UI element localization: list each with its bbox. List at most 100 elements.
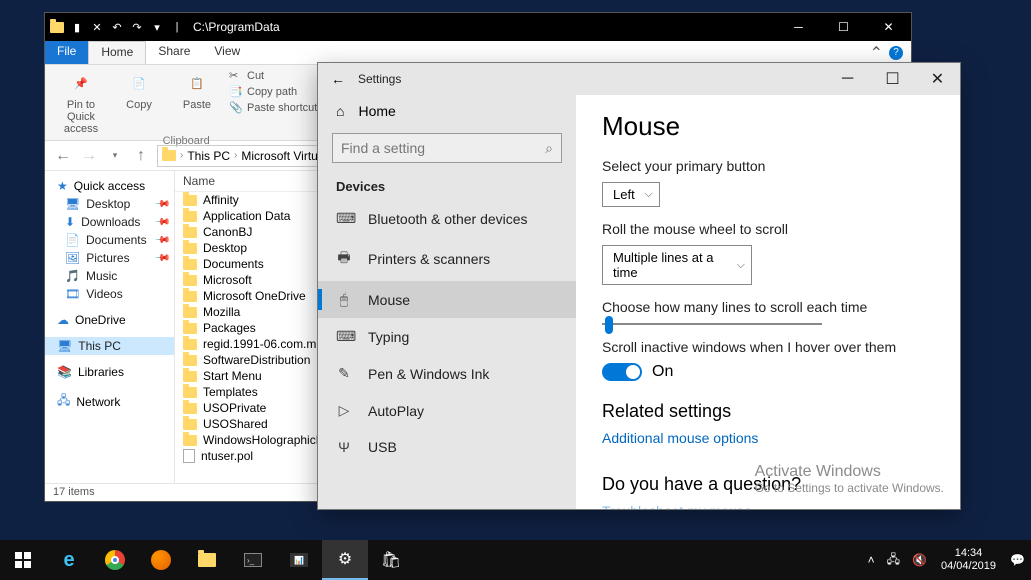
sidebar-item-mouse[interactable]: 🖱Mouse [318, 281, 576, 318]
hover-toggle[interactable] [602, 363, 642, 381]
folder-icon [183, 371, 197, 382]
maximize-button[interactable]: ☐ [821, 13, 866, 41]
nav-up-button[interactable]: ↑ [131, 147, 151, 165]
tray-chevron-up-icon[interactable]: ˄ [862, 540, 881, 580]
hover-label: Scroll inactive windows when I hover ove… [602, 339, 934, 355]
ribbon-tab-view[interactable]: View [202, 41, 252, 64]
taskbar-settings[interactable]: ⚙ [322, 540, 368, 580]
taskbar-terminal[interactable]: ›_ [230, 540, 276, 580]
explorer-titlebar[interactable]: ▮ ✕ ↶ ↷ ▾ | C:\ProgramData ─ ☐ ✕ [45, 13, 911, 41]
taskbar-store[interactable]: 🛍 [368, 540, 414, 580]
folder-icon [183, 275, 197, 286]
sidebar-item-videos[interactable]: 🎞Videos [45, 285, 174, 303]
qat-sep: | [169, 19, 185, 35]
nav-history-button[interactable]: ▾ [105, 150, 125, 161]
folder-icon [183, 355, 197, 366]
pin-icon: 📌 [67, 69, 95, 97]
sidebar-item-printers[interactable]: 🖶Printers & scanners [318, 237, 576, 281]
start-button[interactable] [0, 540, 46, 580]
sidebar-item-documents[interactable]: 📄Documents📌 [45, 231, 174, 249]
lines-slider[interactable] [602, 323, 822, 325]
qat-undo-icon[interactable]: ↶ [109, 19, 125, 35]
search-input[interactable]: Find a setting ⌕ [332, 133, 562, 163]
folder-icon [183, 291, 197, 302]
printer-icon: 🖶 [336, 247, 352, 271]
minimize-button[interactable]: ─ [776, 13, 821, 41]
minimize-button[interactable]: ─ [825, 63, 870, 95]
sidebar-network[interactable]: 🖧Network [45, 389, 174, 414]
tray-notifications-icon[interactable]: 💬 [1004, 540, 1031, 580]
bluetooth-icon: ⌨ [336, 210, 352, 227]
sidebar-item-pen[interactable]: ✎Pen & Windows Ink [318, 355, 576, 392]
folder-icon [183, 243, 197, 254]
usb-icon: Ψ [336, 439, 352, 455]
settings-title: Settings [358, 72, 401, 86]
ribbon-help[interactable]: ⌃? [862, 41, 911, 64]
sidebar-quick-access[interactable]: ★Quick access [45, 177, 174, 195]
sidebar-this-pc[interactable]: 🖥This PC [45, 337, 174, 355]
tray-volume-icon[interactable]: 🔇 [906, 540, 933, 580]
back-button[interactable]: ← [318, 71, 358, 87]
maximize-button[interactable]: ☐ [870, 63, 915, 95]
sidebar-item-typing[interactable]: ⌨Typing [318, 318, 576, 355]
sidebar-item-bluetooth[interactable]: ⌨Bluetooth & other devices [318, 200, 576, 237]
ribbon-tab-home[interactable]: Home [88, 41, 146, 64]
paste-shortcut-button[interactable]: 📎Paste shortcut [229, 101, 317, 115]
copy-path-button[interactable]: 📑Copy path [229, 85, 317, 99]
folder-icon [183, 387, 197, 398]
ribbon-tab-share[interactable]: Share [146, 41, 202, 64]
cut-button[interactable]: ✂Cut [229, 69, 317, 83]
taskbar-taskmgr[interactable]: 📊 [276, 540, 322, 580]
primary-button-label: Select your primary button [602, 158, 934, 174]
sidebar-item-downloads[interactable]: ⬇Downloads📌 [45, 213, 174, 231]
qat-redo-icon[interactable]: ↷ [129, 19, 145, 35]
sidebar-home-button[interactable]: ⌂ Home [318, 95, 576, 127]
qat-dropdown-icon[interactable]: ▾ [149, 19, 165, 35]
taskbar-chrome[interactable] [92, 540, 138, 580]
folder-icon [183, 259, 197, 270]
pin-icon: 📌 [153, 196, 170, 213]
copy-button[interactable]: 📄 Copy [113, 69, 165, 111]
slider-thumb[interactable] [605, 316, 613, 334]
settings-window: ← Settings ─ ☐ ✕ ⌂ Home Find a setting ⌕… [317, 62, 961, 510]
sidebar-item-usb[interactable]: ΨUSB [318, 429, 576, 465]
folder-icon [162, 150, 176, 161]
close-button[interactable]: ✕ [866, 13, 911, 41]
folder-icon [183, 211, 197, 222]
taskbar-firefox[interactable] [138, 540, 184, 580]
sidebar-item-music[interactable]: 🎵Music [45, 267, 174, 285]
folder-icon [49, 19, 65, 35]
close-button[interactable]: ✕ [915, 63, 960, 95]
home-icon: ⌂ [336, 103, 344, 119]
folder-icon [183, 307, 197, 318]
sidebar-item-pictures[interactable]: 🖼Pictures📌 [45, 249, 174, 267]
taskbar-explorer[interactable] [184, 540, 230, 580]
folder-icon [183, 339, 197, 350]
folder-icon [183, 227, 197, 238]
qat-properties-icon[interactable]: ✕ [89, 19, 105, 35]
folder-icon [183, 403, 197, 414]
sidebar-item-desktop[interactable]: 🖥Desktop📌 [45, 195, 174, 213]
tray-clock[interactable]: 14:34 04/04/2019 [933, 547, 1004, 573]
pin-icon: 📌 [153, 232, 170, 249]
wheel-select[interactable]: Multiple lines at a time [602, 245, 752, 285]
nav-back-button[interactable]: ← [53, 147, 73, 165]
breadcrumb-segment[interactable]: This PC [187, 149, 230, 163]
primary-button-select[interactable]: Left [602, 182, 660, 207]
wheel-label: Roll the mouse wheel to scroll [602, 221, 934, 237]
additional-mouse-options-link[interactable]: Additional mouse options [602, 430, 758, 446]
activation-watermark: Activate Windows Go to Settings to activ… [755, 463, 944, 495]
sidebar-onedrive[interactable]: ☁OneDrive [45, 311, 174, 329]
qat-save-icon[interactable]: ▮ [69, 19, 85, 35]
troubleshoot-link[interactable]: Troubleshoot my mouse [602, 503, 752, 509]
ribbon-tab-file[interactable]: File [45, 41, 88, 64]
tray-network-icon[interactable]: 🖧 [881, 540, 906, 580]
taskbar-edge[interactable]: e [46, 540, 92, 580]
pin-to-quick-access-button[interactable]: 📌 Pin to Quick access [55, 69, 107, 135]
settings-titlebar[interactable]: ← Settings ─ ☐ ✕ [318, 63, 960, 95]
paste-button[interactable]: 📋 Paste [171, 69, 223, 111]
nav-forward-button[interactable]: → [79, 147, 99, 165]
taskbar: e ›_ 📊 ⚙ 🛍 ˄ 🖧 🔇 14:34 04/04/2019 💬 [0, 540, 1031, 580]
sidebar-libraries[interactable]: 📚Libraries [45, 363, 174, 381]
sidebar-item-autoplay[interactable]: ▷AutoPlay [318, 392, 576, 429]
